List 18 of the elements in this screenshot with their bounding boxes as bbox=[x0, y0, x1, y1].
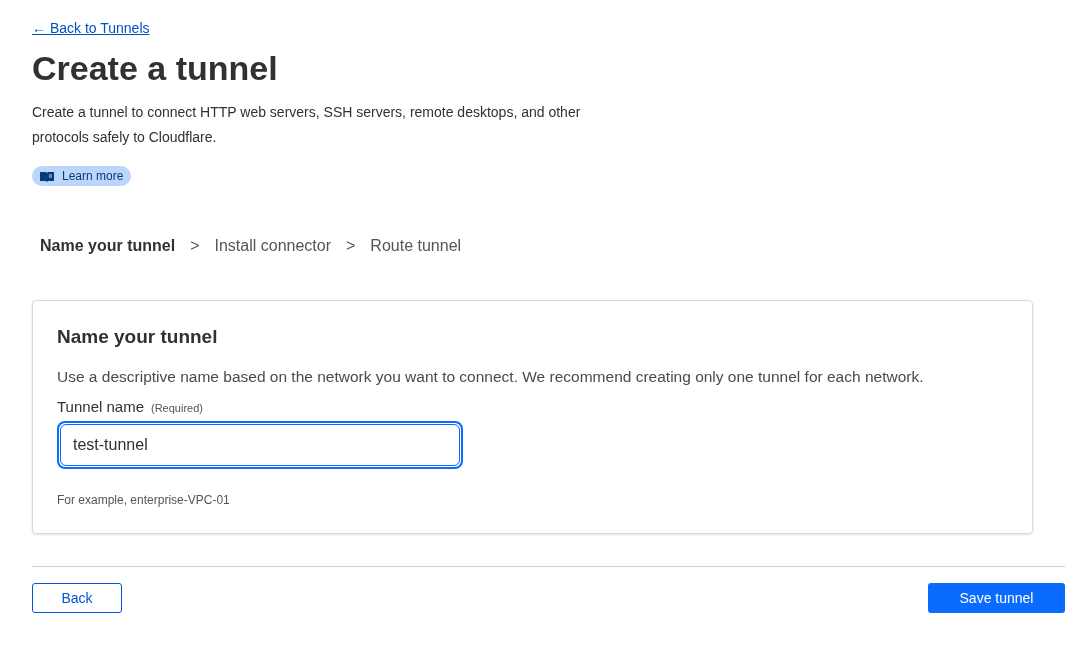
input-field[interactable]: test-tunnel bbox=[57, 421, 463, 469]
step-separator: > bbox=[190, 235, 200, 256]
back-button[interactable]: Back bbox=[32, 583, 122, 613]
card-title: Name your tunnel bbox=[57, 324, 219, 349]
page-title: Create a tunnel bbox=[32, 48, 279, 89]
field-hint: For example, enterprise-VPC-01 bbox=[57, 492, 231, 509]
save-tunnel-button[interactable]: Save tunnel bbox=[928, 583, 1065, 613]
step-label: Name your tunnel bbox=[40, 235, 176, 256]
page-description: Create a tunnel to connect HTTP web servers, SSH servers, remote desktops, and other protocols safely to Cloudflare. bbox=[32, 103, 582, 147]
field-label: Tunnel name bbox=[57, 396, 144, 417]
step-label: Install connector bbox=[214, 235, 331, 256]
back-link[interactable]: ← Back to Tunnels bbox=[32, 20, 150, 36]
learn-more-link[interactable]: Learn more bbox=[32, 166, 132, 186]
book-icon bbox=[40, 170, 54, 182]
card-description: Use a descriptive name based on the network you want to connect. We recommend creating only one tunnel for each network. bbox=[57, 366, 925, 387]
required-note: (Required) bbox=[151, 400, 203, 416]
step-label: Route tunnel bbox=[370, 235, 462, 256]
step-separator: > bbox=[346, 235, 356, 256]
